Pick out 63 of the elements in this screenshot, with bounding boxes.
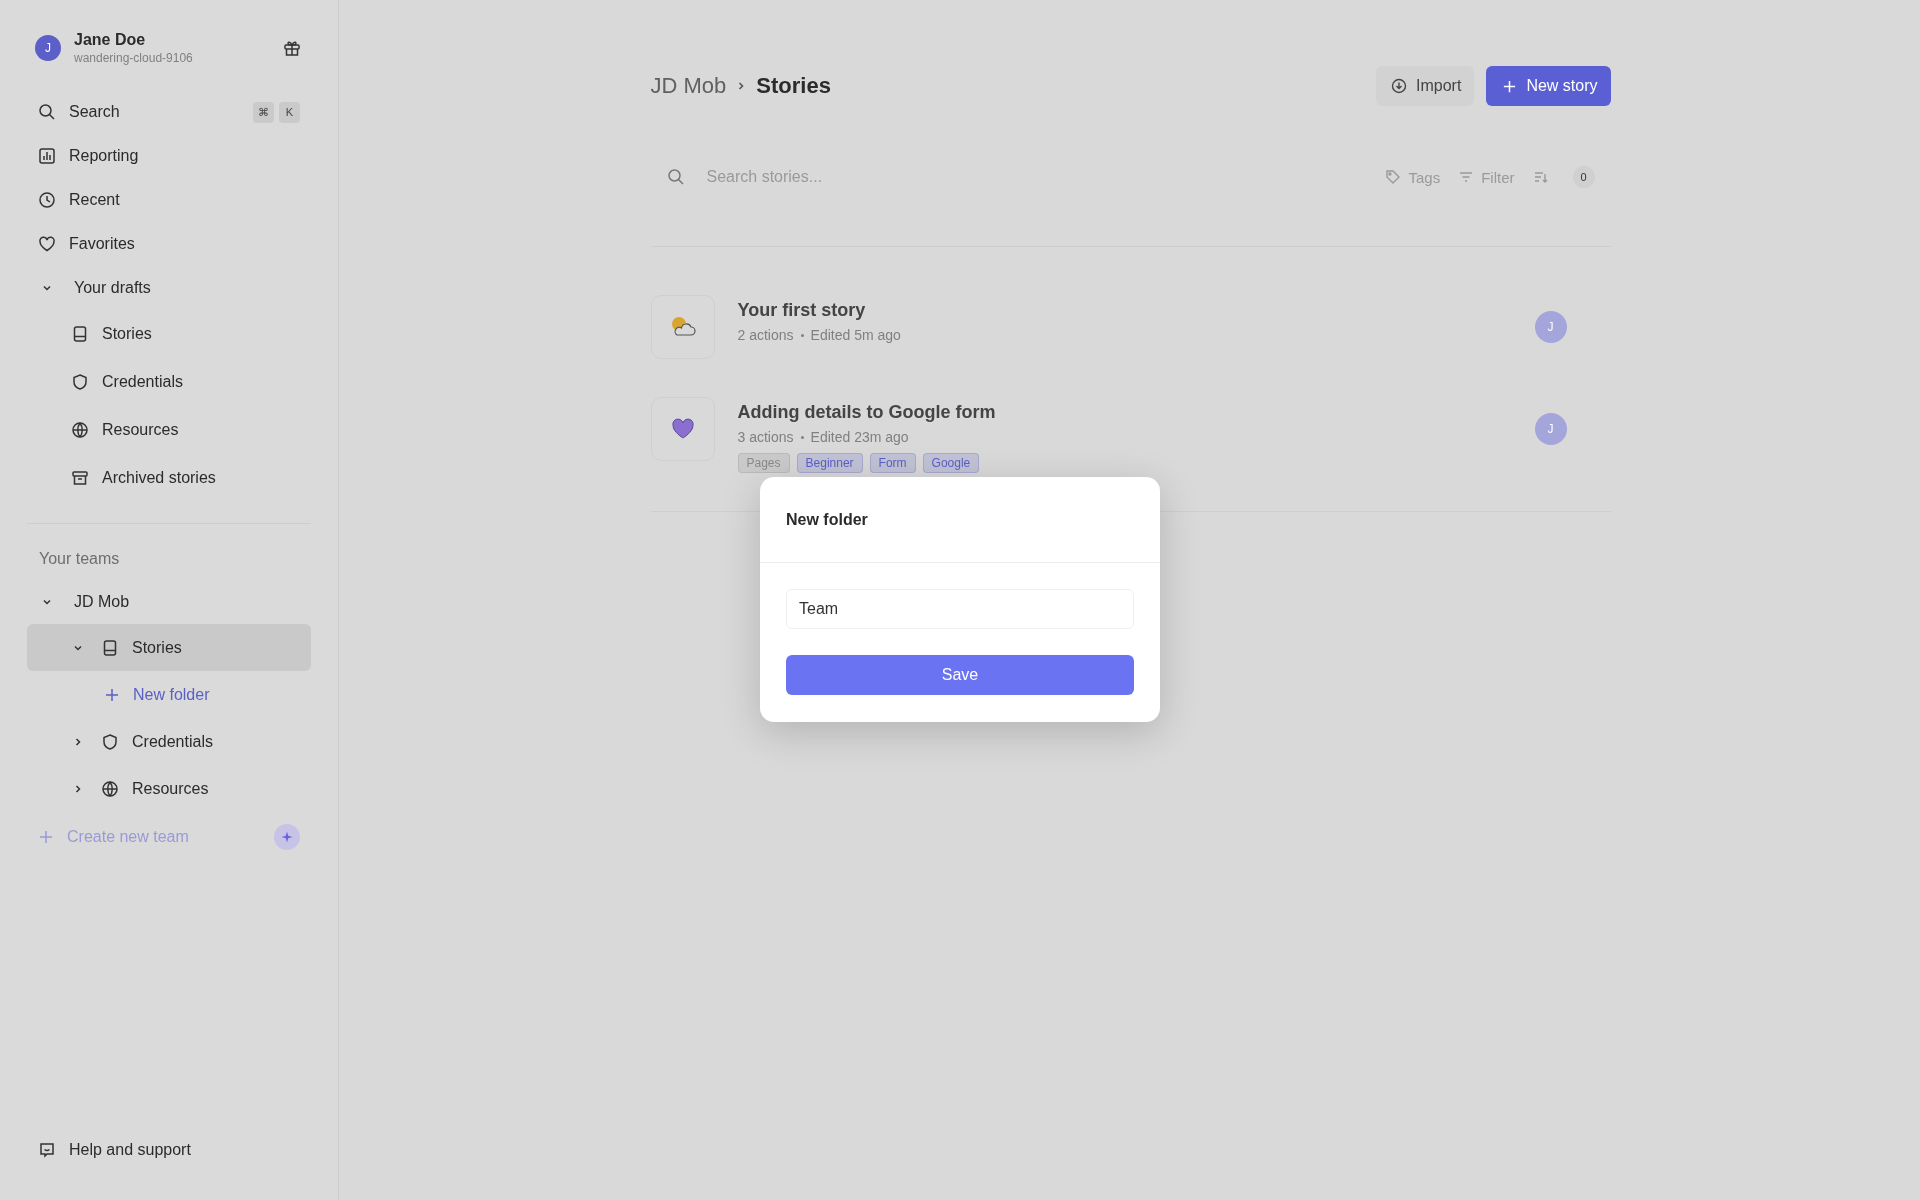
help-item[interactable]: Help and support: [27, 1128, 311, 1172]
plus-icon: [1502, 78, 1518, 94]
chat-icon: [38, 1141, 56, 1159]
story-edited: Edited 5m ago: [810, 327, 901, 343]
count-badge: 0: [1572, 166, 1595, 188]
folder-name-field[interactable]: Team: [786, 589, 1134, 629]
tag-icon: [1385, 169, 1402, 185]
drafts-item[interactable]: Your drafts: [27, 266, 311, 310]
sparkle-badge[interactable]: [274, 824, 300, 850]
sort-icon[interactable]: [1532, 169, 1549, 185]
chart-icon: [38, 147, 56, 165]
search-field[interactable]: Search stories...: [704, 167, 1386, 187]
clock-icon: [38, 191, 56, 209]
heart-icon: [38, 235, 56, 253]
owner-avatar: J: [1534, 413, 1567, 445]
story-actions: 3 actions: [737, 429, 794, 445]
search-icon: [38, 103, 56, 121]
team-folder-item[interactable]: Credentials: [27, 718, 311, 765]
shortcut-key: K: [279, 101, 300, 123]
section-heading: Your teams: [38, 550, 121, 568]
user-name: Jane Doe: [74, 31, 147, 49]
import-button[interactable]: Import: [1376, 66, 1475, 106]
story-edited: Edited 23m ago: [810, 429, 909, 445]
nav-item[interactable]: Favorites: [27, 222, 311, 266]
save-button[interactable]: Save: [786, 655, 1134, 695]
dialog-title: New folder: [760, 477, 1160, 563]
nav-item[interactable]: Recent: [27, 178, 311, 222]
team-folder-item[interactable]: Resources: [27, 765, 311, 812]
story-title[interactable]: Your first story: [737, 300, 1535, 321]
new-story-button[interactable]: New story: [1486, 66, 1611, 106]
nav-item[interactable]: Reporting: [27, 134, 311, 178]
filter-icon: [1458, 169, 1475, 185]
heart-icon: [670, 418, 695, 440]
shield-icon: [101, 732, 119, 751]
owner-avatar: J: [1534, 311, 1567, 343]
gift-icon[interactable]: [283, 39, 301, 57]
archive-icon: [71, 469, 89, 487]
story-actions: 2 actions: [737, 327, 794, 343]
book-icon: [71, 325, 89, 343]
globe-icon: [101, 779, 119, 798]
plus-icon: [38, 829, 54, 845]
new-folder-link[interactable]: New folder: [27, 671, 311, 718]
user-avatar[interactable]: J: [35, 35, 61, 61]
team-item[interactable]: JD Mob: [27, 580, 311, 624]
nav-item[interactable]: Search ⌘ K: [27, 90, 311, 134]
plus-icon: [104, 686, 120, 703]
search-icon: [666, 168, 685, 186]
user-handle: wandering-cloud-9106: [74, 51, 194, 65]
story-title[interactable]: Adding details to Google form: [737, 402, 1535, 423]
separator-dot: [800, 333, 804, 337]
globe-icon: [71, 421, 89, 439]
download-icon: [1391, 78, 1408, 94]
drafts-subitem[interactable]: Stories: [27, 310, 311, 358]
drafts-subitem[interactable]: Resources: [27, 406, 311, 454]
book-icon: [101, 638, 119, 657]
shortcut-key: ⌘: [253, 101, 274, 123]
drafts-subitem[interactable]: Archived stories: [27, 454, 311, 502]
separator-dot: [800, 435, 804, 439]
page-title: Stories: [756, 73, 831, 99]
shield-icon: [71, 373, 89, 391]
team-folder-item[interactable]: Stories: [27, 624, 311, 671]
breadcrumb-link[interactable]: JD Mob: [650, 73, 727, 99]
drafts-subitem[interactable]: Credentials: [27, 358, 311, 406]
